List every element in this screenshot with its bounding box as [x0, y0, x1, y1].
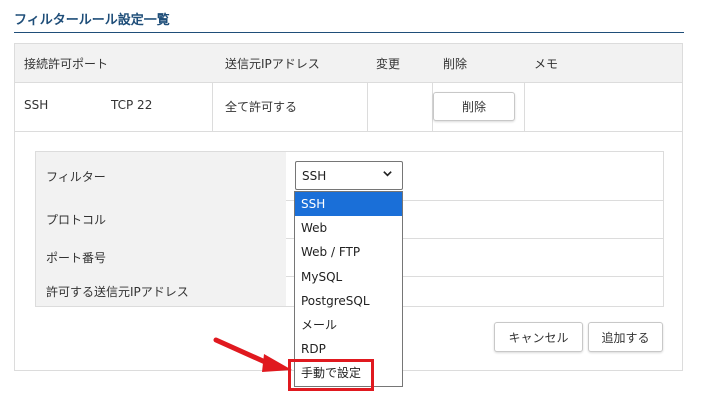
option-web[interactable]: Web — [295, 216, 402, 240]
column-divider — [367, 82, 368, 131]
delete-button[interactable]: 削除 — [433, 92, 515, 121]
filter-dropdown: SSH Web Web / FTP MySQL PostgreSQL メール R… — [294, 191, 403, 387]
filter-select[interactable]: SSH — [295, 161, 403, 190]
cancel-button[interactable]: キャンセル — [494, 322, 583, 352]
table-row: SSH TCP 22 全て許可する — [15, 82, 682, 132]
table-header: 接続許可ポート 送信元IPアドレス 変更 削除 メモ — [15, 44, 682, 83]
page-title: フィルタールール設定一覧 — [14, 13, 170, 28]
row-source-ip: 全て許可する — [225, 100, 298, 114]
title-underline — [14, 32, 684, 33]
row-service: SSH — [24, 98, 49, 112]
option-rdp[interactable]: RDP — [295, 337, 402, 361]
source-ip-label: 許可する送信元IPアドレス — [36, 276, 286, 306]
option-mysql[interactable]: MySQL — [295, 265, 402, 289]
option-web-ftp[interactable]: Web / FTP — [295, 240, 402, 264]
header-source-ip: 送信元IPアドレス — [225, 57, 320, 71]
column-divider — [212, 82, 213, 131]
filter-label: フィルター — [36, 152, 286, 200]
annotation-highlight-box — [288, 359, 374, 391]
header-edit: 変更 — [376, 57, 401, 71]
option-postgresql[interactable]: PostgreSQL — [295, 289, 402, 313]
protocol-label: プロトコル — [36, 200, 286, 238]
red-arrow-icon — [213, 337, 292, 372]
port-label: ポート番号 — [36, 238, 286, 276]
row-port: TCP 22 — [111, 98, 153, 112]
column-divider — [524, 82, 525, 131]
option-mail[interactable]: メール — [295, 313, 402, 337]
filter-select-value: SSH — [302, 168, 327, 183]
header-delete: 削除 — [443, 57, 468, 71]
chevron-down-icon — [382, 168, 393, 182]
header-memo: メモ — [534, 57, 559, 71]
option-ssh[interactable]: SSH — [295, 192, 402, 217]
add-button[interactable]: 追加する — [588, 322, 663, 352]
header-port: 接続許可ポート — [24, 57, 109, 71]
